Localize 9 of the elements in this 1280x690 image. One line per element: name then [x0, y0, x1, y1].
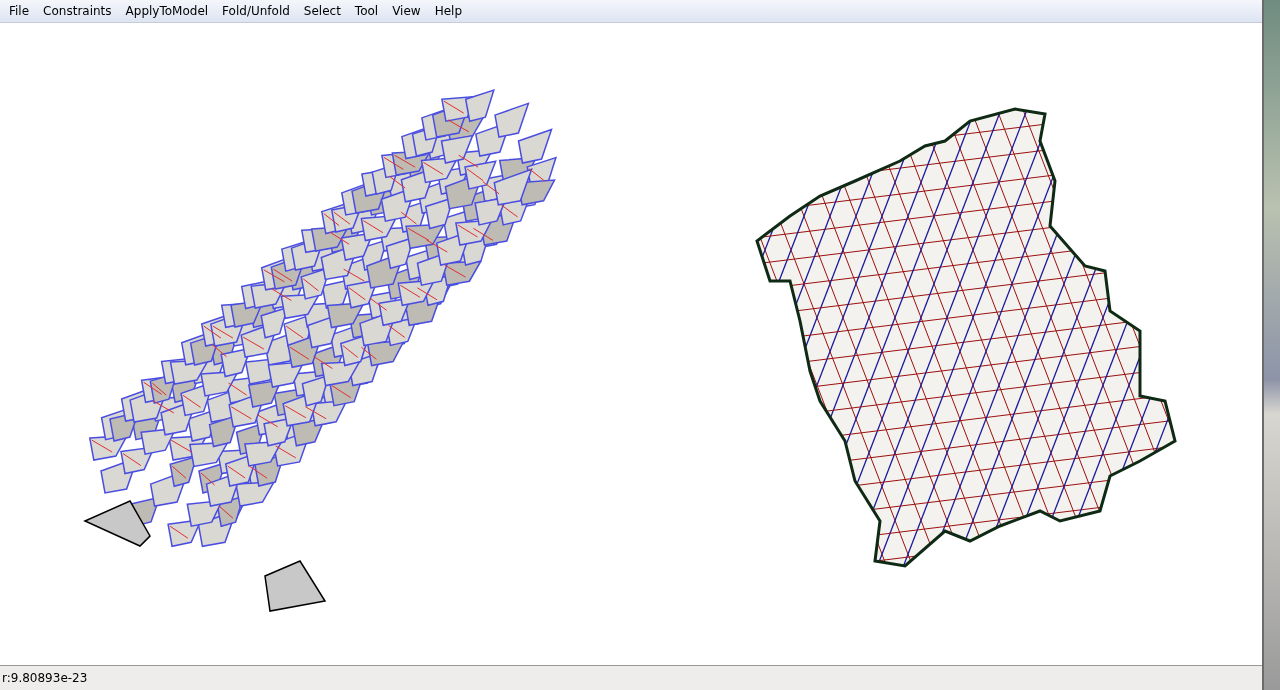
- menu-item[interactable]: Constraints: [36, 4, 119, 18]
- menu-item[interactable]: Fold/Unfold: [215, 4, 297, 18]
- menu-item[interactable]: View: [385, 4, 428, 18]
- menu-item[interactable]: Tool: [347, 4, 386, 18]
- menu-item[interactable]: ApplyToModel: [118, 4, 216, 18]
- menu-item[interactable]: File: [2, 4, 37, 18]
- menu-item[interactable]: Select: [296, 4, 348, 18]
- status-text: r:9.80893e-23: [1, 671, 88, 685]
- menu-item[interactable]: Help: [427, 4, 469, 18]
